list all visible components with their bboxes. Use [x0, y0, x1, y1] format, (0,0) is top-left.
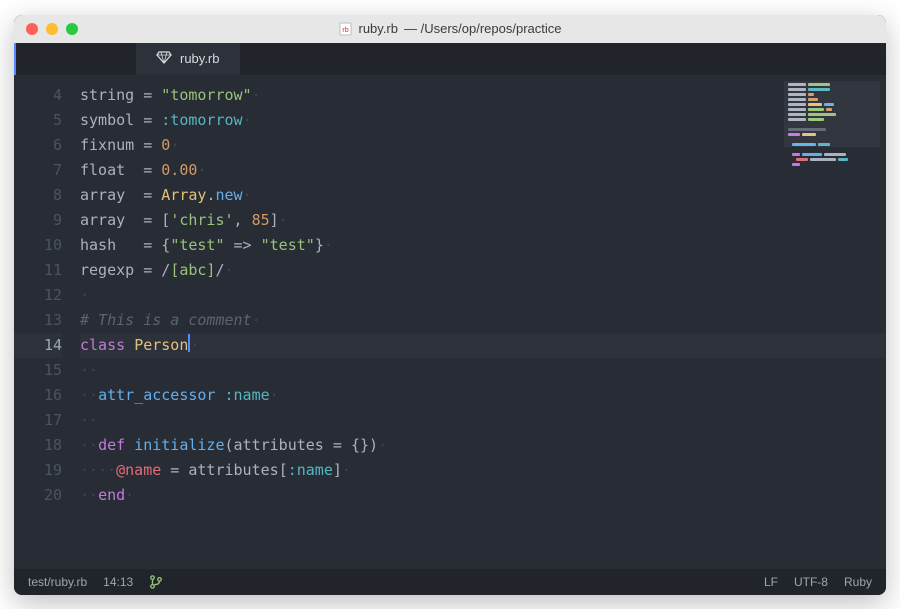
line-number[interactable]: 13 — [14, 308, 62, 333]
code-line[interactable]: string = "tomorrow"· — [80, 83, 886, 108]
code-line[interactable]: ·· — [80, 358, 886, 383]
text-editor[interactable]: 4567891011121314151617181920 string = "t… — [14, 75, 886, 569]
line-number[interactable]: 10 — [14, 233, 62, 258]
status-line-ending[interactable]: LF — [764, 575, 778, 589]
line-number[interactable]: 6 — [14, 133, 62, 158]
line-number[interactable]: 7 — [14, 158, 62, 183]
status-bar: test/ruby.rb 14:13 LF UTF-8 Ruby — [14, 569, 886, 595]
code-line[interactable]: hash = {"test" => "test"}· — [80, 233, 886, 258]
line-number[interactable]: 18 — [14, 433, 62, 458]
git-branch-icon[interactable] — [149, 575, 163, 589]
tab-bar: ruby.rb — [14, 43, 886, 75]
ruby-file-icon: rb — [338, 22, 352, 36]
window-title: rb ruby.rb — /Users/op/repos/practice — [338, 21, 561, 36]
window-title-path: — /Users/op/repos/practice — [404, 21, 562, 36]
tab-label: ruby.rb — [180, 51, 220, 66]
tab-file[interactable]: ruby.rb — [136, 43, 240, 75]
ruby-gem-icon — [156, 50, 172, 67]
line-number[interactable]: 15 — [14, 358, 62, 383]
line-number[interactable]: 12 — [14, 283, 62, 308]
maximize-icon[interactable] — [66, 23, 78, 35]
macos-titlebar[interactable]: rb ruby.rb — /Users/op/repos/practice — [14, 15, 886, 43]
line-number[interactable]: 4 — [14, 83, 62, 108]
code-line[interactable]: ····@name = attributes[:name]· — [80, 458, 886, 483]
status-encoding[interactable]: UTF-8 — [794, 575, 828, 589]
line-number[interactable]: 17 — [14, 408, 62, 433]
code-line[interactable]: # This is a comment· — [80, 308, 886, 333]
code-line[interactable]: ··end· — [80, 483, 886, 508]
line-number[interactable]: 16 — [14, 383, 62, 408]
line-number[interactable]: 5 — [14, 108, 62, 133]
line-number[interactable]: 14 — [14, 333, 62, 358]
code-line[interactable]: regexp = /[abc]/· — [80, 258, 886, 283]
code-line[interactable]: fixnum = 0· — [80, 133, 886, 158]
line-number-gutter[interactable]: 4567891011121314151617181920 — [14, 75, 80, 569]
status-cursor-pos[interactable]: 14:13 — [103, 575, 133, 589]
code-line-active[interactable]: class Person· — [80, 333, 886, 358]
line-number[interactable]: 8 — [14, 183, 62, 208]
code-line[interactable]: array = Array.new· — [80, 183, 886, 208]
line-number[interactable]: 20 — [14, 483, 62, 508]
code-line[interactable]: ··attr_accessor :name· — [80, 383, 886, 408]
line-number[interactable]: 19 — [14, 458, 62, 483]
traffic-lights — [14, 23, 78, 35]
minimize-icon[interactable] — [46, 23, 58, 35]
code-line[interactable]: · — [80, 283, 886, 308]
close-icon[interactable] — [26, 23, 38, 35]
code-line[interactable]: ·· — [80, 408, 886, 433]
code-line[interactable]: float = 0.00· — [80, 158, 886, 183]
code-area[interactable]: string = "tomorrow"· symbol = :tomorrow·… — [80, 75, 886, 569]
code-line[interactable]: symbol = :tomorrow· — [80, 108, 886, 133]
editor-window: rb ruby.rb — /Users/op/repos/practice ru… — [14, 15, 886, 595]
status-grammar[interactable]: Ruby — [844, 575, 872, 589]
line-number[interactable]: 11 — [14, 258, 62, 283]
minimap-visible-region[interactable] — [784, 81, 880, 147]
code-line[interactable]: array = ['chris', 85]· — [80, 208, 886, 233]
window-title-filename: ruby.rb — [358, 21, 398, 36]
status-file-path[interactable]: test/ruby.rb — [28, 575, 87, 589]
line-number[interactable]: 9 — [14, 208, 62, 233]
minimap[interactable] — [784, 81, 880, 201]
svg-text:rb: rb — [342, 27, 348, 34]
code-line[interactable]: ··def initialize(attributes = {})· — [80, 433, 886, 458]
